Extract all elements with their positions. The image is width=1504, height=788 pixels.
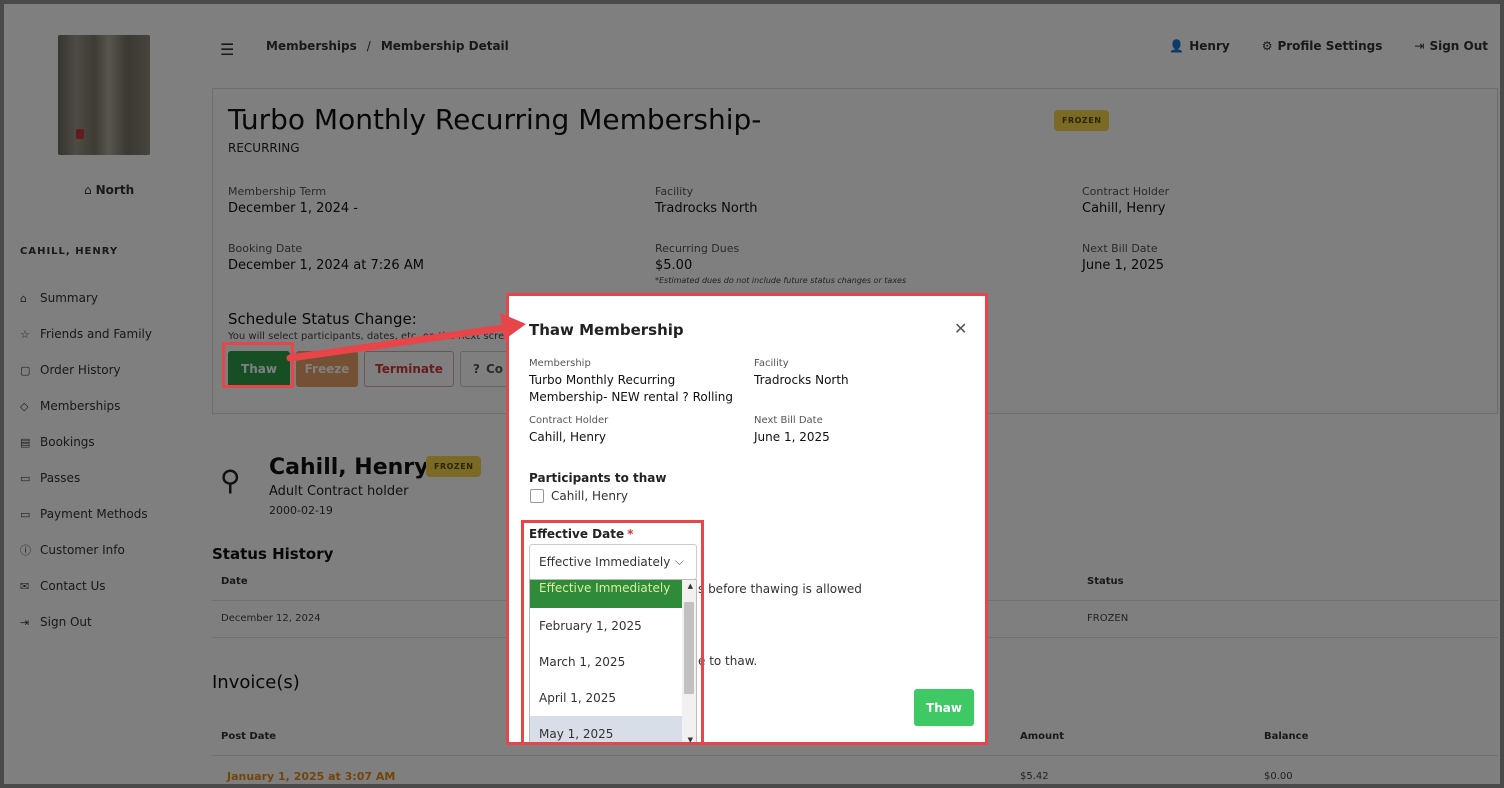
annotation-arrow	[286, 313, 526, 362]
app-window: ⌂North CAHILL, HENRY ⌂Summary ☆Friends a…	[4, 4, 1500, 784]
